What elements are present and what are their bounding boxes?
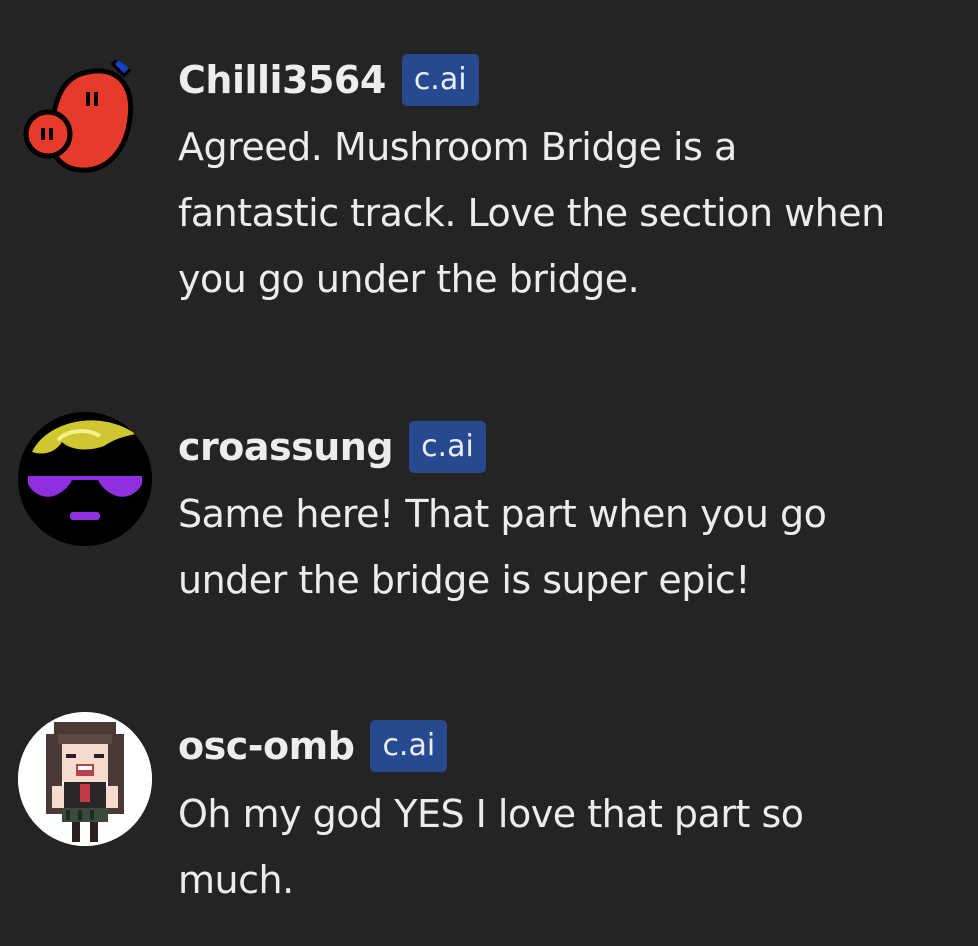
cai-badge: c.ai <box>409 421 486 473</box>
message-text: Agreed. Mushroom Bridge is a fantastic t… <box>178 125 885 301</box>
red-blob-creature-avatar[interactable] <box>18 52 152 186</box>
username[interactable]: croassung <box>178 425 394 469</box>
comment-feed: Chilli3564 c.ai Agreed. Mushroom Bridge … <box>0 0 978 946</box>
pixel-anime-girl-avatar[interactable] <box>18 712 152 846</box>
username[interactable]: osc-omb <box>178 724 355 768</box>
message-text: Same here! That part when you go under t… <box>178 492 827 602</box>
cai-badge: c.ai <box>401 54 479 106</box>
cai-badge: c.ai <box>370 720 448 772</box>
message-header: Chilli3564 c.ai <box>178 52 479 108</box>
message-text: Oh my god YES I love that part so much. <box>178 792 804 902</box>
message-header: croassung c.ai <box>178 419 486 475</box>
username[interactable]: Chilli3564 <box>178 58 386 102</box>
message-header: osc-omb c.ai <box>178 718 448 774</box>
sunglasses-face-avatar[interactable] <box>18 412 152 546</box>
